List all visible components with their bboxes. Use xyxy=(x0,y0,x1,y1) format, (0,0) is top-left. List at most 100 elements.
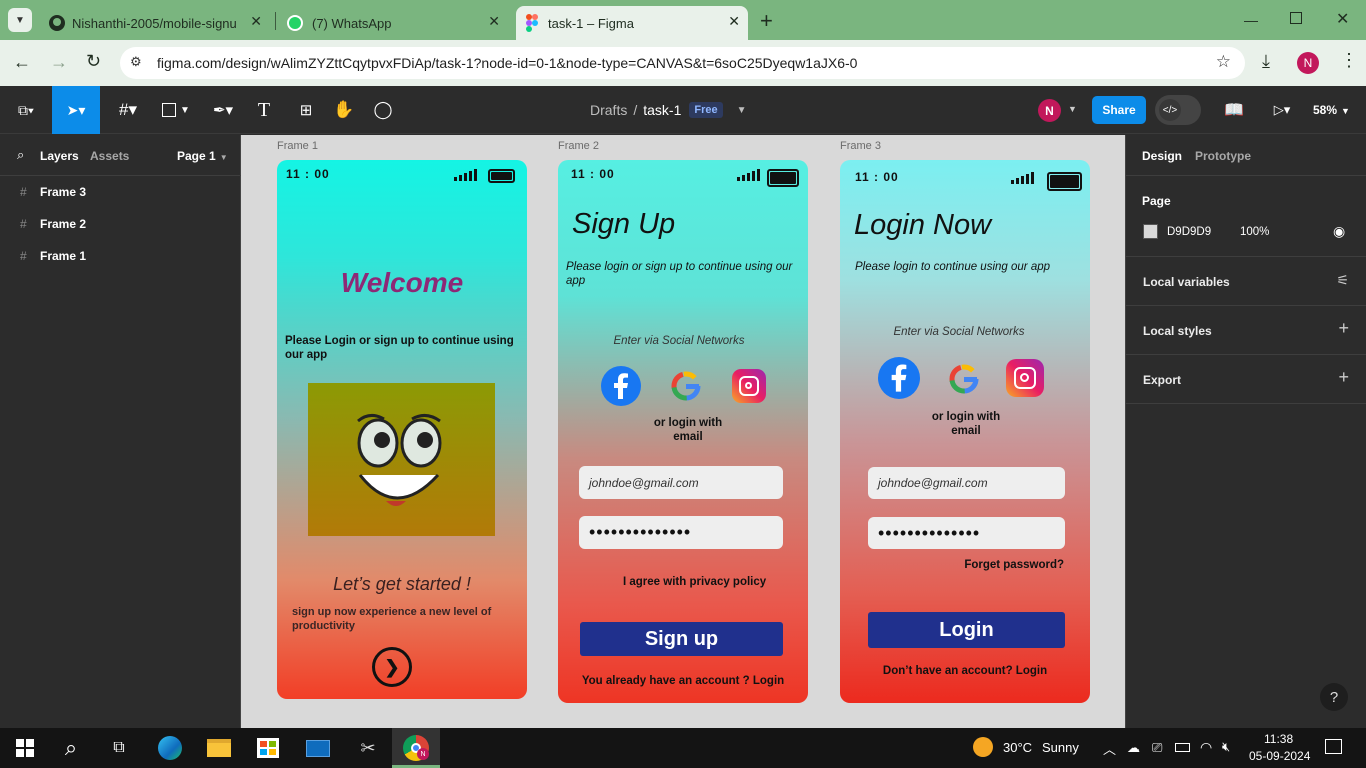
tab-search-button[interactable]: ▼ xyxy=(8,8,32,32)
google-icon[interactable] xyxy=(668,368,704,404)
close-tab-icon[interactable]: ✕ xyxy=(250,13,262,30)
frame-1-welcome[interactable]: 11 : 00 Welcome Please Login or sign up … xyxy=(277,160,527,699)
close-tab-icon[interactable]: ✕ xyxy=(488,13,500,30)
page-color-value[interactable]: D9D9D9 xyxy=(1167,226,1211,238)
reload-icon[interactable]: ↻ xyxy=(86,51,101,72)
forgot-password-link[interactable]: Forget password? xyxy=(840,559,1064,571)
tab-layers[interactable]: Layers xyxy=(40,149,79,163)
file-menu-chevron-icon[interactable]: ▼ xyxy=(737,105,747,116)
restore-icon[interactable] xyxy=(1290,12,1302,24)
rectangle-tool-icon[interactable]: ▼ xyxy=(160,98,192,122)
resources-icon[interactable]: ⊞ xyxy=(295,98,317,122)
download-icon[interactable]: ⤓ xyxy=(1262,51,1270,72)
instagram-icon[interactable] xyxy=(732,369,766,403)
more-menu-icon[interactable]: ⋮ xyxy=(1340,50,1358,71)
clock-time[interactable]: 11:38 xyxy=(1264,732,1293,746)
share-button[interactable]: Share xyxy=(1092,96,1146,124)
text-tool-icon[interactable]: T xyxy=(254,98,274,122)
breadcrumb-drafts[interactable]: Drafts xyxy=(590,102,627,118)
minimize-icon[interactable]: — xyxy=(1244,12,1258,28)
login-button[interactable]: Login xyxy=(868,612,1065,648)
site-info-icon[interactable]: ⚙ xyxy=(130,54,142,70)
add-icon[interactable]: + xyxy=(1338,318,1349,339)
weather-temp[interactable]: 30°C xyxy=(1003,740,1032,755)
frame-label[interactable]: Frame 3 xyxy=(840,140,881,152)
password-field[interactable]: •••••••••••••• xyxy=(579,516,783,549)
tab-figma[interactable]: task-1 – Figma ✕ xyxy=(516,6,748,40)
design-canvas[interactable]: Frame 1 Frame 2 Frame 3 11 : 00 Welcome … xyxy=(241,135,1125,728)
onedrive-icon[interactable]: ☁ xyxy=(1127,740,1140,756)
dev-mode-toggle[interactable]: </> xyxy=(1155,95,1201,125)
tab-github[interactable]: Nishanthi-2005/mobile-signup ✕ xyxy=(40,6,270,40)
signup-footer-login-link[interactable]: You already have an account ? Login xyxy=(558,675,808,687)
weather-desc[interactable]: Sunny xyxy=(1042,740,1079,755)
export-section[interactable]: Export + xyxy=(1126,355,1366,404)
frame-2-signup[interactable]: 11 : 00 Sign Up Please login or sign up … xyxy=(558,160,808,703)
tray-chevron-up-icon[interactable]: ︿ xyxy=(1103,739,1116,758)
hand-tool-icon[interactable]: ✋ xyxy=(333,98,355,122)
page-color-swatch[interactable] xyxy=(1143,224,1158,239)
chrome-taskbar-button[interactable]: N xyxy=(392,728,440,768)
google-icon[interactable] xyxy=(946,361,982,397)
file-explorer-icon[interactable] xyxy=(206,735,232,761)
facebook-icon[interactable] xyxy=(878,357,920,399)
present-play-icon[interactable]: ▷▾ xyxy=(1266,98,1298,122)
email-field[interactable]: johndoe@gmail.com xyxy=(579,466,783,499)
weather-sun-icon[interactable] xyxy=(973,737,993,757)
notification-icon[interactable] xyxy=(1325,739,1342,754)
next-arrow-button[interactable]: ❯ xyxy=(372,647,412,687)
help-button[interactable]: ? xyxy=(1320,683,1348,711)
frame-tool-icon[interactable]: #▾ xyxy=(112,98,144,122)
variables-adjust-icon[interactable]: ⚟ xyxy=(1336,272,1349,289)
layer-frame-3[interactable]: # Frame 3 xyxy=(20,185,86,199)
task-view-icon[interactable]: ⧉ xyxy=(106,735,132,761)
panel-search-icon[interactable]: ⌕ xyxy=(17,147,24,163)
volume-mute-icon[interactable]: 🔇︎ xyxy=(1222,739,1230,755)
url-field[interactable]: ⚙ figma.com/design/wAlimZYZttCqytpvxFDiA… xyxy=(120,47,1245,79)
login-footer-link[interactable]: Don’t have an account? Login xyxy=(840,665,1090,677)
windows-start-icon[interactable] xyxy=(12,735,38,761)
main-menu-icon[interactable]: ⧉▾ xyxy=(12,98,40,122)
tab-whatsapp[interactable]: (7) WhatsApp ✕ xyxy=(280,6,508,40)
clock-date[interactable]: 05-09-2024 xyxy=(1249,749,1310,763)
pen-tool-icon[interactable]: ✒▾ xyxy=(206,98,240,122)
library-book-icon[interactable]: 📖 xyxy=(1223,98,1245,122)
new-tab-button[interactable]: + xyxy=(760,8,773,34)
email-field[interactable]: johndoe@gmail.com xyxy=(868,467,1065,499)
snipping-tool-icon[interactable]: ✂ xyxy=(355,735,381,761)
frame-label[interactable]: Frame 1 xyxy=(277,140,318,152)
visibility-eye-icon[interactable]: ◉ xyxy=(1333,223,1345,240)
meet-icon[interactable]: ⎚ xyxy=(1152,740,1162,756)
privacy-agree[interactable]: I agree with privacy policy xyxy=(623,576,766,588)
tab-assets[interactable]: Assets xyxy=(90,149,129,163)
local-styles-section[interactable]: Local styles + xyxy=(1126,306,1366,355)
comment-tool-icon[interactable]: ◯ xyxy=(372,98,394,122)
profile-avatar[interactable]: N xyxy=(1297,52,1319,74)
close-tab-icon[interactable]: ✕ xyxy=(728,13,740,30)
frame-label[interactable]: Frame 2 xyxy=(558,140,599,152)
battery-tray-icon[interactable] xyxy=(1175,743,1190,752)
page-selector[interactable]: Page 1 ▼ xyxy=(177,149,228,163)
local-variables-section[interactable]: Local variables ⚟ xyxy=(1126,257,1366,306)
search-icon[interactable]: ⌕ xyxy=(58,735,84,761)
signup-button[interactable]: Sign up xyxy=(580,622,783,656)
page-opacity-value[interactable]: 100% xyxy=(1240,226,1269,238)
close-window-icon[interactable]: ✕ xyxy=(1336,9,1349,29)
zoom-level[interactable]: 58% ▼ xyxy=(1313,103,1350,117)
back-icon[interactable]: ← xyxy=(13,52,31,73)
user-avatar[interactable]: N xyxy=(1038,99,1061,122)
add-icon[interactable]: + xyxy=(1338,367,1349,388)
bookmark-star-icon[interactable]: ☆ xyxy=(1216,52,1231,72)
forward-icon[interactable]: → xyxy=(50,52,68,73)
tab-prototype[interactable]: Prototype xyxy=(1195,149,1251,163)
microsoft-store-icon[interactable] xyxy=(255,735,281,761)
layer-frame-1[interactable]: # Frame 1 xyxy=(20,249,86,263)
move-tool-button[interactable]: ➤▾ xyxy=(52,86,100,134)
mail-icon[interactable] xyxy=(305,735,331,761)
wifi-icon[interactable]: ◠ xyxy=(1200,739,1212,756)
password-field[interactable]: •••••••••••••• xyxy=(868,517,1065,549)
tab-design[interactable]: Design xyxy=(1142,149,1182,163)
frame-3-login[interactable]: 11 : 00 Login Now Please login to contin… xyxy=(840,160,1090,703)
layer-frame-2[interactable]: # Frame 2 xyxy=(20,217,86,231)
edge-icon[interactable] xyxy=(157,735,183,761)
